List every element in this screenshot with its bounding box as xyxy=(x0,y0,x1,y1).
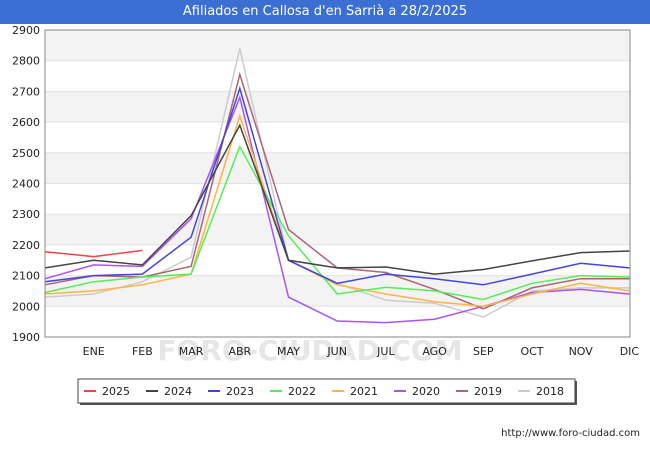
x-tick-label: SEP xyxy=(473,345,494,358)
x-tick-label: MAR xyxy=(179,345,204,358)
legend-label: 2021 xyxy=(350,385,378,398)
y-tick-label: 2700 xyxy=(12,85,40,98)
legend-label: 2020 xyxy=(412,385,440,398)
x-tick-label: JUN xyxy=(326,345,347,358)
y-tick-label: 2500 xyxy=(12,147,40,160)
grid-band xyxy=(45,30,630,61)
y-axis-ticks: 1900 2000 2100 2200 2300 2400 2500 2600 2700 2800… xyxy=(12,24,40,344)
legend-label: 2022 xyxy=(288,385,316,398)
grid-band xyxy=(45,91,630,123)
x-tick-label: MAY xyxy=(277,345,300,358)
x-tick-label: ABR xyxy=(228,345,251,358)
x-tick-label: OCT xyxy=(520,345,543,358)
x-tick-label: AGO xyxy=(422,345,447,358)
footer-url: http://www.foro-ciudad.com xyxy=(501,428,640,439)
legend-label: 2024 xyxy=(164,385,192,398)
y-tick-label: 1900 xyxy=(12,331,40,344)
y-tick-label: 2400 xyxy=(12,178,40,191)
legend-label: 2019 xyxy=(474,385,502,398)
x-tick-label: FEB xyxy=(132,345,153,358)
legend-label: 2018 xyxy=(536,385,564,398)
x-tick-label: DIC xyxy=(620,345,640,358)
y-tick-label: 2100 xyxy=(12,270,40,283)
grid-band xyxy=(45,214,630,245)
series-line-2025 xyxy=(44,249,143,258)
y-tick-label: 2300 xyxy=(12,208,40,221)
x-tick-label: JUL xyxy=(376,345,395,358)
y-tick-label: 2900 xyxy=(12,24,40,37)
grid-bands xyxy=(45,30,630,307)
x-tick-label: ENE xyxy=(83,345,105,358)
legend-label: 2023 xyxy=(226,385,254,398)
y-tick-label: 2800 xyxy=(12,55,40,68)
y-tick-label: 2200 xyxy=(12,239,40,252)
legend: 2025 2024 2023 2022 2021 2020 2019 2018 xyxy=(77,378,577,405)
line-chart: FORO-CIUDAD.COM 190020002100220023002400… xyxy=(12,24,640,405)
y-tick-label: 2000 xyxy=(12,300,40,313)
x-tick-label: NOV xyxy=(569,345,594,358)
legend-label: 2025 xyxy=(102,385,130,398)
grid-band xyxy=(45,152,630,184)
y-tick-label: 2600 xyxy=(12,116,40,129)
